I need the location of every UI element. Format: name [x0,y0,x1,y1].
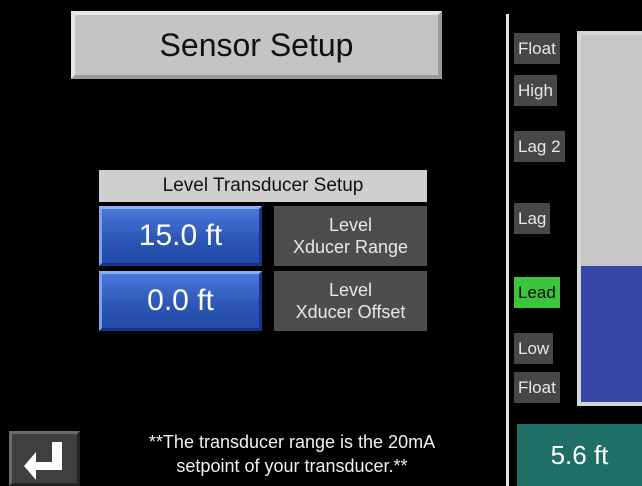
page-title: Sensor Setup [71,11,442,79]
panel-divider [506,14,509,486]
sensor-setup-screen: Sensor Setup Level Transducer Setup 15.0… [0,0,642,486]
xducer-offset-label-line1: Level [328,280,373,300]
level-label-low: Low [514,333,554,364]
transducer-note: **The transducer range is the 20mA setpo… [92,430,492,478]
xducer-range-label-line2: Xducer Range [292,237,409,257]
wet-well-tank [577,31,642,406]
level-label-lag: Lag [514,203,551,234]
transducer-setup-header: Level Transducer Setup [99,170,427,202]
level-label-lead: Lead [514,277,560,308]
xducer-range-label: Level Xducer Range [274,206,427,266]
page-title-text: Sensor Setup [159,26,354,63]
xducer-offset-value: 0.0 ft [147,284,214,317]
xducer-range-value: 15.0 ft [138,219,223,252]
tank-level-fill [581,266,642,402]
transducer-note-line1: **The transducer range is the 20mA [148,432,436,452]
level-label-float-low: Float [514,372,560,403]
xducer-offset-button[interactable]: 0.0 ft [99,271,262,331]
level-readout-value: 5.6 ft [550,439,609,470]
xducer-range-label-line1: Level [328,215,373,235]
level-label-lag2: Lag 2 [514,131,565,162]
level-readout: 5.6 ft [517,424,642,486]
level-label-high: High [514,75,557,106]
level-label-float-high: Float [514,33,560,64]
transducer-setup-header-text: Level Transducer Setup [162,175,364,196]
back-button[interactable] [9,431,80,486]
return-arrow-icon [24,442,62,480]
transducer-note-line2: setpoint of your transducer.** [176,456,408,476]
xducer-range-button[interactable]: 15.0 ft [99,206,262,266]
xducer-offset-label-line2: Xducer Offset [295,302,406,322]
xducer-offset-label: Level Xducer Offset [274,271,427,331]
